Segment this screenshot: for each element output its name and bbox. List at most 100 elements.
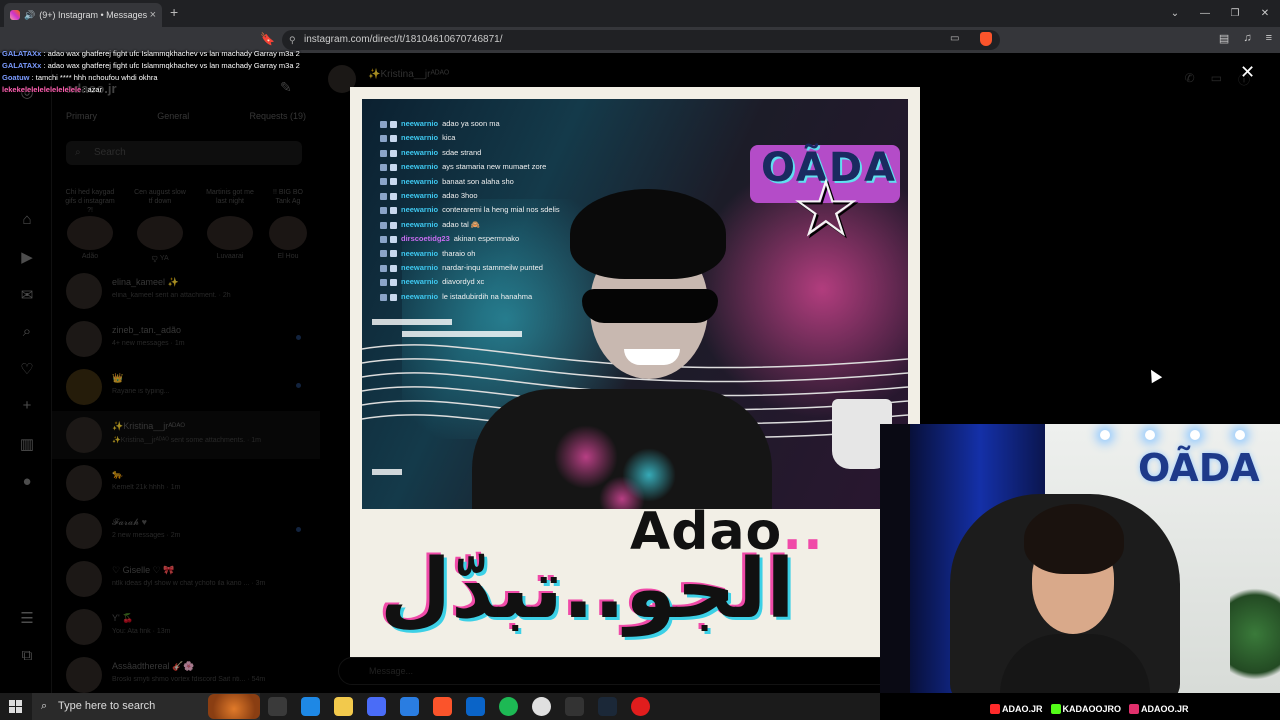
artwork-chat-line: neewarnio adao 3hoo [380, 189, 630, 203]
chat-text: : adao wax ghatferej fight ufc Islammqkh… [43, 49, 300, 58]
chat-message: GALATAXx : adao wax ghatferej fight ufc … [2, 60, 302, 72]
plant [1230, 574, 1280, 693]
badge-icon [380, 221, 387, 229]
badge-icon [390, 293, 397, 301]
chat-text: ays stamaria new mumaet zore [442, 162, 547, 172]
chat-username: GALATAXx [2, 61, 42, 70]
badge-icon [390, 235, 397, 243]
search-highlight-image [208, 694, 260, 719]
artwork-chat-line: neewarnio tharaio oh [380, 247, 630, 261]
badge-icon [390, 192, 397, 200]
streamer [1000, 504, 1150, 693]
spotify-icon[interactable] [499, 697, 518, 716]
taskbar-apps [268, 697, 650, 716]
minimize-button[interactable]: — [1190, 0, 1220, 27]
kick-icon [1050, 704, 1061, 714]
edge-icon[interactable] [301, 697, 320, 716]
new-tab-button[interactable]: + [170, 4, 178, 20]
chat-username: neewarnio [401, 162, 439, 172]
chat-text: conteraremi la heng mial nos sdelis [442, 205, 560, 215]
maximize-button[interactable]: ❐ [1220, 0, 1250, 27]
creative-cloud-icon[interactable] [367, 697, 386, 716]
handle-text: ADAOO.JR [1141, 704, 1189, 714]
light-icon [1190, 430, 1200, 440]
glitch-bar [372, 469, 402, 475]
badge-icon [380, 264, 387, 272]
task-view-icon[interactable] [268, 697, 287, 716]
close-viewer-button[interactable]: ✕ [1240, 62, 1255, 83]
badge-icon [390, 264, 397, 272]
menu-icon[interactable]: ≡ [1266, 32, 1272, 45]
browser-tab-bar: 🔊 (9+) Instagram • Messages × + ⌄ — ❐ ✕ [0, 0, 1280, 27]
tab-search-icon[interactable]: ⌄ [1160, 0, 1190, 27]
chat-username: neewarnio [401, 263, 439, 273]
chat-username: neewarnio [401, 191, 439, 201]
chat-message: GALATAXx : adao wax ghatferej fight ufc … [2, 48, 302, 60]
chat-text: le istadubirdih na hanahma [442, 291, 533, 301]
browser-tab-instagram[interactable]: 🔊 (9+) Instagram • Messages × [4, 3, 162, 27]
close-window-button[interactable]: ✕ [1250, 0, 1280, 27]
taskbar-search-placeholder: Type here to search [58, 700, 156, 712]
chat-username: neewarnio [401, 277, 439, 287]
chat-username: neewarnio [401, 291, 439, 301]
media-viewer-image[interactable]: OÃDA ☆ neewarnio adao ya soon ma neewarni… [350, 87, 920, 657]
chat-text: kica [442, 133, 456, 143]
kick-handle: KADAOOJRO [1050, 704, 1121, 714]
store-icon[interactable] [400, 697, 419, 716]
badge-icon [390, 149, 397, 157]
badge-icon [380, 235, 387, 243]
badge-icon [380, 135, 387, 143]
badge-icon [390, 250, 397, 258]
start-button[interactable] [9, 700, 22, 713]
chat-text: : adao wax ghatferej fight ufc Islammqkh… [43, 61, 300, 70]
reader-mode-icon[interactable]: ▭ [950, 33, 959, 44]
chat-username: neewarnio [401, 176, 439, 186]
badge-icon [380, 163, 387, 171]
glitch-bar [402, 331, 522, 337]
tab-close-icon[interactable]: × [150, 9, 156, 21]
streamer-body [1000, 634, 1150, 693]
bookmark-icon[interactable]: 🔖 [260, 32, 275, 46]
brave-shields-icon[interactable] [980, 32, 992, 46]
youtube-icon[interactable] [631, 697, 650, 716]
taskbar-search-input[interactable]: ⌕ Type here to search [32, 693, 260, 720]
chrome-icon[interactable] [532, 697, 551, 716]
sidebar-icon[interactable]: ▤ [1219, 32, 1229, 45]
badge-icon [390, 120, 397, 128]
badge-icon [380, 120, 387, 128]
chat-username: neewarnio [401, 219, 439, 229]
youtube-handle: ADAO.JR [990, 704, 1043, 714]
artwork-chat-line: neewarnio conteraremi la heng mial nos sd… [380, 203, 630, 217]
badge-icon [380, 250, 387, 258]
outlook-icon[interactable] [466, 697, 485, 716]
artwork-chat-line: neewarnio kica [380, 131, 630, 145]
chat-text: : tamchi **** hhh nchoufou whdi okhra [31, 73, 158, 82]
site-info-icon[interactable]: ⚲ [289, 30, 296, 50]
chat-text: adao 3hoo [442, 191, 478, 201]
file-explorer-icon[interactable] [334, 697, 353, 716]
cover-title-arabic: الجو..تبدّل [380, 542, 795, 637]
artwork-chat-line: neewarnio ays stamaria new mumaet zore [380, 160, 630, 174]
chat-username: GALATAXx [2, 49, 42, 58]
cap-icon[interactable] [565, 697, 584, 716]
artwork-chat-line: neewarnio sdae strand [380, 146, 630, 160]
chat-username: neewarnio [401, 147, 439, 157]
url-field[interactable]: ⚲ instagram.com/direct/t/181046106707468… [282, 30, 1000, 50]
chat-message: Goatuw : tamchi **** hhh nchoufou whdi o… [2, 72, 302, 84]
stream-chat-overlay: GALATAXx : adao wax ghatferej fight ufc … [2, 48, 302, 96]
chat-message: lekekelelelelelelelelele : azar [2, 84, 302, 96]
steam-icon[interactable] [598, 697, 617, 716]
chat-text: diavordyd xc [442, 277, 485, 287]
badge-icon [380, 279, 387, 287]
ceiling-lights [1090, 430, 1280, 446]
artwork-chat-overlay: neewarnio adao ya soon ma neewarnio kica n… [380, 117, 630, 304]
windows-taskbar: ⌕ Type here to search [0, 693, 880, 720]
media-icon[interactable]: ♫ [1243, 32, 1251, 45]
speaker-icon[interactable]: 🔊 [24, 10, 35, 21]
youtube-icon [990, 704, 1000, 714]
artwork-chat-line: neewarnio nardar-inqu stammeilw punted [380, 261, 630, 275]
artwork-chat-line: neewarnio le istadubirdih na hanahma [380, 290, 630, 304]
badge-icon [390, 163, 397, 171]
chat-text: tharaio oh [442, 248, 476, 258]
brave-icon[interactable] [433, 697, 452, 716]
